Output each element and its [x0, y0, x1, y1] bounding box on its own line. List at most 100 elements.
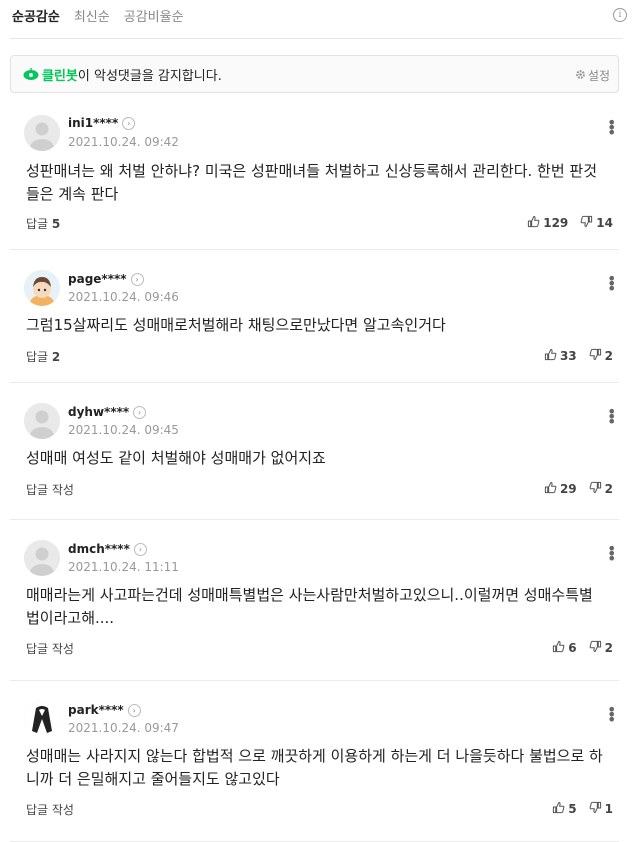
reply-count: 2 [51, 350, 61, 364]
like-button[interactable]: 129 [527, 215, 568, 231]
more-options-icon[interactable]: • • • [607, 541, 616, 567]
vote-group: 33 2 [544, 348, 613, 364]
thumbs-up-icon [544, 348, 557, 364]
comment-date: 2021.10.24. 09:42 [68, 135, 179, 149]
comment-text: 그럼15살짜리도 성매매로처벌해라 채팅으로만났다면 알고속인거다 [26, 316, 446, 334]
comment-date: 2021.10.24. 09:45 [68, 423, 179, 437]
sort-tab-likes[interactable]: 순공감순 [12, 6, 60, 26]
more-options-icon[interactable]: • • • [607, 702, 616, 728]
vote-group: 29 2 [544, 481, 613, 497]
username: dmch**** [68, 542, 130, 556]
comment-date: 2021.10.24. 09:46 [68, 290, 179, 304]
like-count: 129 [543, 216, 569, 230]
thumbs-down-icon [589, 481, 602, 497]
cleanbot-message: 이 악성댓글을 감지합니다. [77, 68, 222, 84]
chevron-right-icon: › [130, 272, 144, 286]
reply-button[interactable]: 답글 작성 [26, 801, 74, 818]
reply-button[interactable]: 답글 작성 [26, 481, 74, 498]
comment-date: 2021.10.24. 09:47 [68, 721, 179, 735]
dislike-count: 1 [604, 802, 613, 816]
username: dyhw**** [68, 405, 130, 419]
vote-group: 51 [552, 801, 613, 817]
comment-text: 성매매는 사라지지 않는다 합법적 으로 깨끗하게 이용하게 하는게 더 나을듯… [26, 747, 603, 788]
chevron-right-icon: › [133, 405, 147, 419]
comment-user[interactable]: dmch**** › [68, 542, 147, 556]
comment-user[interactable]: park**** › [68, 703, 141, 717]
username: page**** [68, 272, 127, 286]
more-options-icon[interactable]: • • • [607, 115, 616, 141]
dislike-count: 2 [604, 349, 613, 363]
comment-item: dyhw**** › 2021.10.24. 09:45 • • • 성매매 여성도 같이 … [10, 383, 619, 520]
thumbs-up-icon [552, 640, 565, 656]
info-icon[interactable]: i [613, 8, 627, 22]
comment-item: park**** › 2021.10.24. 09:47 • • • 성매매는 사라지지 않… [10, 681, 619, 842]
reply-label: 답글 작성 [26, 803, 74, 817]
cleanbot-name[interactable]: 클린봇 [42, 65, 78, 84]
comment-text: 매매라는게 사고파는건데 성매매특별법은 사는사람만처벌하고있으니..이럴꺼면 … [26, 586, 593, 627]
avatar[interactable] [24, 403, 60, 439]
like-button[interactable]: 29 [544, 481, 577, 497]
like-button[interactable]: 33 [544, 348, 577, 364]
like-count: 6 [568, 641, 577, 655]
dislike-button[interactable]: 2 [589, 481, 613, 497]
chevron-right-icon: › [122, 116, 136, 130]
like-button[interactable]: 6 [552, 640, 577, 656]
dislike-button[interactable]: 2 [589, 348, 613, 364]
settings-label: 설정 [587, 69, 610, 83]
chevron-right-icon: › [127, 703, 141, 717]
comment-text: 성판매녀는 왜 처벌 안하냐? 미국은 성판매녀들 처벌하고 신상등록해서 관리… [26, 162, 598, 203]
vote-group: 62 [552, 640, 613, 656]
cleanbot-settings-button[interactable]: 설정 [575, 67, 610, 84]
sort-tab-latest[interactable]: 최신순 [74, 6, 110, 26]
comment-text: 성매매 여성도 같이 처벌해야 성매매가 없어지죠 [26, 449, 326, 467]
more-options-icon[interactable]: • • • [607, 404, 616, 430]
thumbs-down-icon [589, 348, 602, 364]
reply-count: 5 [51, 217, 61, 231]
thumbs-down-icon [589, 801, 602, 817]
reply-button[interactable]: 답글 2 [26, 348, 60, 365]
sort-tabs: 순공감순 최신순 공감비율순 [12, 6, 184, 26]
dislike-count: 2 [604, 641, 613, 655]
reply-button[interactable]: 답글 작성 [26, 640, 74, 657]
dislike-button[interactable]: 1 [589, 801, 613, 817]
avatar[interactable] [24, 540, 60, 576]
cleanbot-banner: 클린봇 이 악성댓글을 감지합니다. 설정 [10, 55, 619, 93]
comment-user[interactable]: page**** › [68, 272, 144, 286]
like-count: 29 [559, 482, 577, 496]
avatar[interactable] [24, 115, 60, 151]
thumbs-down-icon [589, 640, 602, 656]
chevron-right-icon: › [133, 542, 147, 556]
comment-user[interactable]: dyhw**** › [68, 405, 147, 419]
comment-item: ini1**** › 2021.10.24. 09:42 • • • 성판매녀는 왜 처벌 … [10, 102, 619, 250]
thumbs-up-icon [552, 801, 565, 817]
gear-icon [575, 69, 586, 83]
comment-user[interactable]: ini1**** › [68, 116, 136, 130]
dislike-button[interactable]: 2 [589, 640, 613, 656]
cleanbot-icon [23, 68, 39, 80]
divider [10, 38, 623, 39]
comment-date: 2021.10.24. 11:11 [68, 560, 179, 574]
more-options-icon[interactable]: • • • [607, 271, 616, 297]
like-count: 5 [568, 802, 577, 816]
like-count: 33 [559, 349, 577, 363]
vote-group: 129 14 [527, 215, 613, 231]
comment-item: page**** › 2021.10.24. 09:46 • • • 그럼15살짜리도 성매… [10, 250, 619, 383]
username: park**** [68, 703, 124, 717]
avatar[interactable] [24, 701, 60, 737]
comment-item: dmch**** › 2021.10.24. 11:11 • • • 매매라는게 사고파는건… [10, 520, 619, 681]
like-button[interactable]: 5 [552, 801, 577, 817]
avatar[interactable] [24, 270, 60, 306]
reply-label: 답글 작성 [26, 483, 74, 497]
dislike-count: 2 [604, 482, 613, 496]
reply-label: 답글 [26, 350, 49, 364]
reply-button[interactable]: 답글 5 [26, 215, 60, 232]
reply-label: 답글 [26, 217, 49, 231]
sort-tab-ratio[interactable]: 공감비율순 [124, 6, 184, 26]
username: ini1**** [68, 116, 119, 130]
dislike-button[interactable]: 14 [580, 215, 613, 231]
thumbs-down-icon [580, 215, 593, 231]
reply-label: 답글 작성 [26, 642, 74, 656]
dislike-count: 14 [596, 216, 613, 230]
thumbs-up-icon [527, 215, 540, 231]
thumbs-up-icon [544, 481, 557, 497]
